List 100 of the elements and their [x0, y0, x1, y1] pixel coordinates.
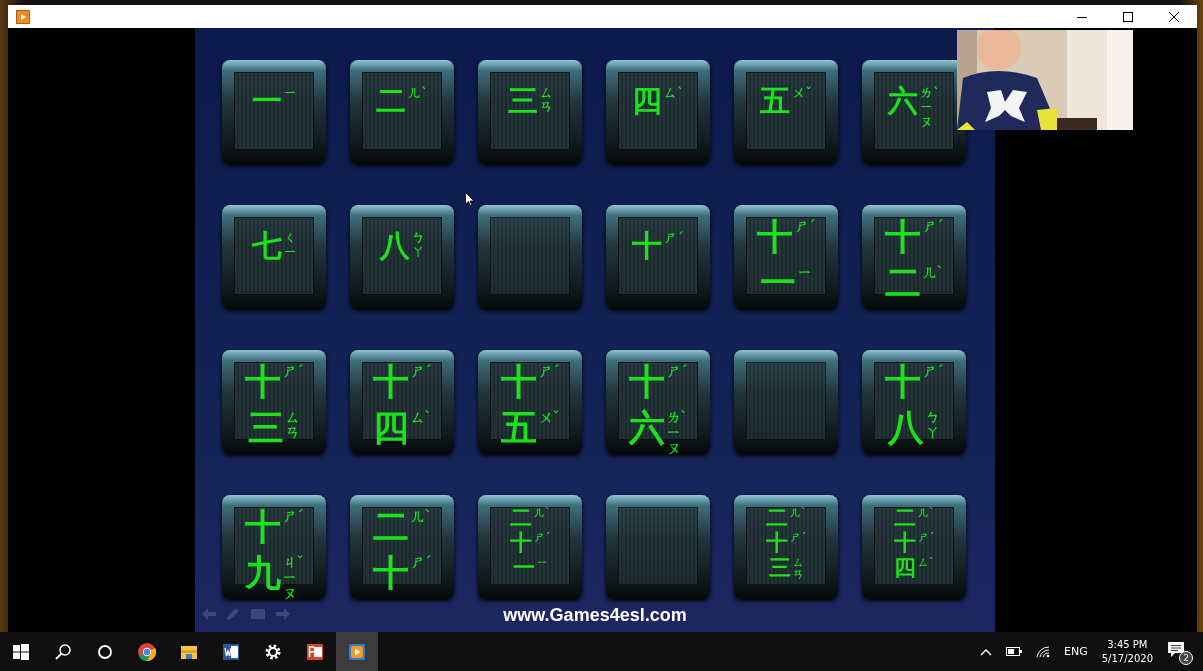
zhuyin-text: ㄕ: [410, 364, 425, 380]
clock[interactable]: 3:45 PM 5/17/2020: [1101, 637, 1153, 666]
zhuyin-text: ㄙ: [410, 410, 425, 426]
zhuyin-text: ㄦ: [410, 509, 425, 525]
zhuyin-text: ㄕ: [917, 532, 929, 545]
numeral-char: 十: [765, 532, 788, 554]
wifi-icon[interactable]: [1036, 645, 1050, 658]
numeral-char: 二: [765, 507, 788, 529]
numeral-char: 二: [376, 86, 407, 116]
numeral-char: 三: [507, 86, 538, 116]
tone-mark: ˊ: [296, 364, 304, 378]
zhuyin-text: ㄕ: [664, 231, 678, 246]
tone-mark: ˋ: [936, 265, 944, 279]
numeral-char: 十: [884, 219, 921, 255]
language-indicator[interactable]: ENG: [1064, 645, 1088, 658]
tone-mark: ˊ: [928, 532, 935, 543]
zhuyin-text: ㄕ: [538, 364, 553, 380]
tone-mark: ˋ: [928, 507, 935, 518]
zhuyin-text: ㄨ: [538, 410, 553, 426]
numeral-char: 三: [768, 557, 791, 579]
notification-icon[interactable]: [1167, 640, 1185, 658]
numeral-char: 十: [632, 231, 663, 261]
tile-card[interactable]: [606, 495, 710, 599]
tone-mark: ˊ: [552, 364, 560, 378]
tone-mark: ˋ: [800, 507, 807, 518]
numeral-char: 九: [244, 555, 281, 591]
tone-mark: ˊ: [800, 532, 807, 543]
tone-mark: ˇ: [296, 555, 304, 569]
tone-mark: ˋ: [424, 410, 432, 424]
zhuyin-text: ㄕ: [282, 364, 297, 380]
zhuyin-text: ㄌㄧㄡ: [920, 86, 934, 129]
zhuyin-text: ㄦ: [789, 507, 801, 520]
numeral-char: 四: [372, 410, 409, 446]
zhuyin-text: ㄐㄧㄡ: [282, 555, 297, 602]
notification-count: 2: [1179, 650, 1193, 665]
tone-mark: ˊ: [424, 555, 432, 569]
numeral-char: 十: [244, 509, 281, 545]
numeral-char: 十: [893, 532, 916, 554]
zhuyin-text: ㄙ: [664, 86, 678, 101]
tone-mark: ˊ: [680, 364, 688, 378]
numeral-char: 十: [372, 364, 409, 400]
tone-mark: ˋ: [933, 86, 940, 99]
zhuyin-text: ㄨ: [792, 86, 806, 101]
zhuyin-text: ㄙ: [917, 557, 929, 570]
zhuyin-text: ㄕ: [789, 532, 801, 545]
numeral-char: 五: [760, 86, 791, 116]
zhuyin-text: ㄅㄚ: [411, 231, 425, 260]
numeral-char: 十: [756, 219, 793, 255]
zhuyin-text: ㄧ: [536, 557, 548, 570]
zhuyin-text: ㄙㄢ: [792, 557, 804, 582]
tone-mark: ˋ: [544, 507, 551, 518]
tone-mark: ˊ: [424, 364, 432, 378]
numeral-char: 四: [632, 86, 663, 116]
tone-mark: ˋ: [424, 509, 432, 523]
mouse-cursor-icon: [465, 192, 475, 207]
zhuyin-text: ㄦ: [408, 86, 422, 101]
numeral-char: 一: [512, 557, 535, 579]
numeral-char: 二: [884, 265, 921, 301]
numeral-char: 四: [893, 557, 916, 579]
numeral-char: 十: [372, 555, 409, 591]
numeral-char: 六: [888, 86, 919, 116]
tone-mark: ˊ: [677, 231, 684, 244]
tone-mark: ˊ: [936, 364, 944, 378]
zhuyin-text: ㄦ: [917, 507, 929, 520]
tone-mark: ˊ: [808, 219, 816, 233]
numeral-char: 二: [893, 507, 916, 529]
numeral-char: 六: [628, 410, 665, 446]
numeral-char: 十: [244, 364, 281, 400]
numeral-char: 十: [628, 364, 665, 400]
tile-card[interactable]: [478, 205, 582, 309]
zhuyin-text: ㄕ: [282, 509, 297, 525]
tone-mark: ˋ: [421, 86, 428, 99]
tone-mark: ˊ: [296, 509, 304, 523]
numeral-char: 一: [760, 265, 796, 301]
time-text: 3:45 PM: [1107, 637, 1148, 652]
tone-mark: ˋ: [680, 410, 688, 424]
chevron-up-icon[interactable]: [980, 647, 992, 656]
numeral-char: 十: [500, 364, 537, 400]
tone-mark: ˊ: [544, 532, 551, 543]
play-icon[interactable]: [336, 632, 378, 671]
tile-card[interactable]: [734, 350, 838, 454]
maximize-icon: [1123, 11, 1133, 22]
close-icon: [1169, 11, 1179, 22]
numeral-char: 三: [248, 410, 284, 446]
zhuyin-text: ㄙㄢ: [286, 410, 300, 441]
numeral-char: 十: [884, 364, 921, 400]
numeral-char: 五: [500, 410, 537, 446]
zhuyin-text: ㄙㄢ: [539, 86, 553, 115]
battery-icon[interactable]: [1006, 647, 1022, 656]
zhuyin-text: ㄅㄚ: [926, 410, 940, 441]
tone-mark: ˇ: [552, 410, 560, 424]
numeral-char: 七: [251, 231, 282, 261]
numeral-char: 二: [509, 507, 532, 529]
tone-mark: ˇ: [805, 86, 812, 99]
zhuyin-text: ㄕ: [410, 555, 425, 571]
app-icon: [16, 9, 30, 24]
zhuyin-text: ㄌㄧㄡ: [666, 410, 681, 457]
numeral-char: 二: [372, 509, 409, 545]
date-text: 5/17/2020: [1101, 651, 1153, 666]
zhuyin-text: ㄦ: [922, 265, 937, 281]
